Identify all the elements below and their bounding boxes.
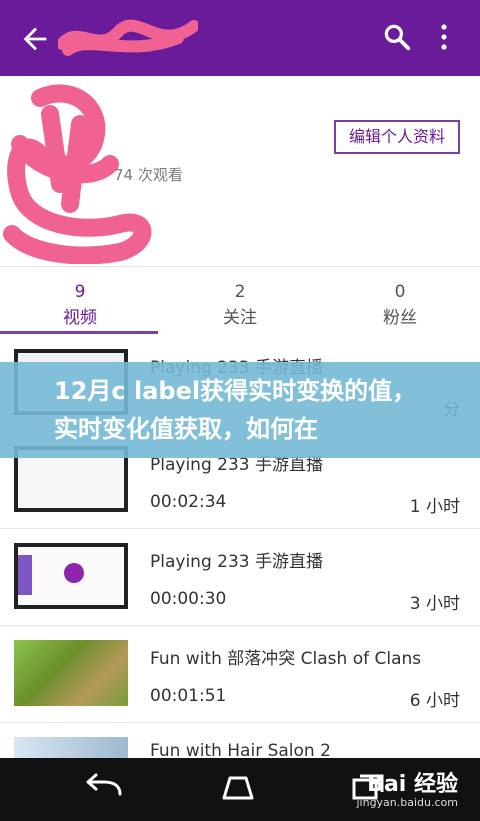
watermark-logo: Bai 经验	[367, 772, 458, 797]
video-duration: 00:02:34	[150, 492, 227, 512]
video-thumbnail	[14, 543, 128, 609]
tab-videos[interactable]: 9 视频	[0, 267, 160, 333]
video-time: 6 小时	[409, 691, 460, 711]
edit-profile-button[interactable]: 编辑个人资料	[334, 120, 460, 154]
more-vert-icon[interactable]	[432, 22, 456, 52]
banner-text: 12月c label获得实时变换的值，实时变化值获取，如何在	[54, 377, 417, 443]
followers-count: 0	[394, 282, 406, 302]
tab-following[interactable]: 2 关注	[160, 267, 320, 333]
baidu-watermark: Bai 经验 jingyan.baidu.com	[344, 766, 468, 816]
overlay-banner: 12月c label获得实时变换的值，实时变化值获取，如何在	[0, 362, 480, 458]
list-item[interactable]: Playing 233 手游直播 00:00:30 3 小时	[0, 529, 480, 626]
video-thumbnail	[14, 640, 128, 706]
following-count: 2	[234, 282, 246, 302]
video-duration: 00:01:51	[150, 686, 227, 706]
tab-followers[interactable]: 0 粉丝	[320, 267, 480, 333]
profile-stats: 9 视频 2 关注 0 粉丝	[0, 266, 480, 336]
videos-count: 9	[74, 282, 86, 302]
search-icon[interactable]	[382, 22, 412, 52]
nav-home-icon[interactable]	[208, 768, 268, 808]
arrow-left-icon[interactable]	[18, 22, 52, 56]
following-label: 关注	[223, 308, 257, 328]
nav-back-icon[interactable]	[74, 768, 134, 808]
video-time: 1 小时	[409, 497, 460, 517]
video-duration: 00:00:30	[150, 589, 227, 609]
videos-label: 视频	[63, 308, 97, 328]
video-title: Fun with 部落冲突 Clash of Clans	[150, 649, 422, 669]
followers-label: 粉丝	[383, 308, 417, 328]
video-time: 3 小时	[409, 594, 460, 614]
redacted-title-scribble	[58, 19, 198, 56]
list-item[interactable]: Fun with 部落冲突 Clash of Clans 00:01:51 6 …	[0, 626, 480, 723]
views-count: 74 次观看	[114, 166, 183, 184]
watermark-url: jingyan.baidu.com	[356, 796, 458, 809]
active-tab-indicator	[0, 331, 158, 334]
video-title: Playing 233 手游直播	[150, 552, 323, 572]
